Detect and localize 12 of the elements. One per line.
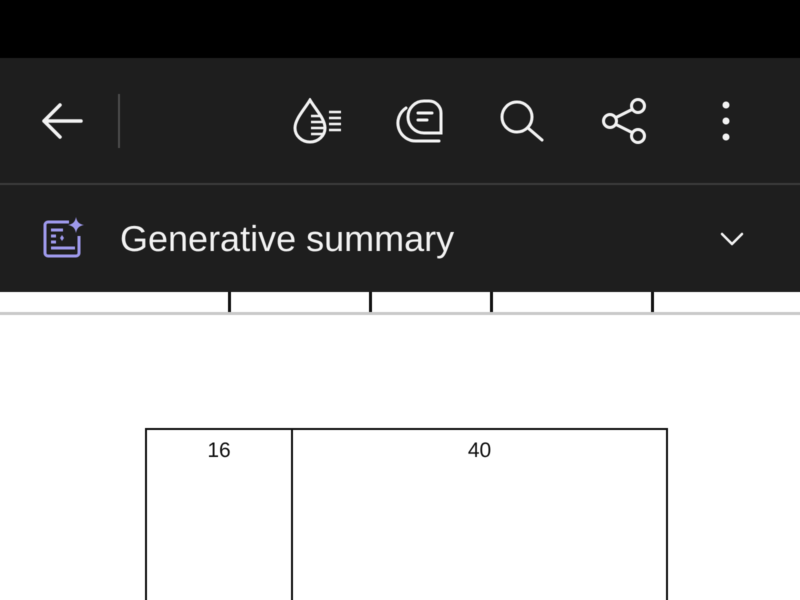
more-icon: [722, 100, 730, 140]
summary-bar[interactable]: Generative summary: [0, 185, 800, 292]
drop-lines-icon: [293, 98, 343, 144]
search-icon: [500, 100, 544, 142]
chevron-icon[interactable]: [720, 232, 744, 246]
back-arrow-icon: [41, 102, 83, 140]
share-icon: [601, 98, 647, 144]
table-cell: 16: [145, 428, 293, 600]
sparkle-document-icon: [43, 216, 85, 258]
summary-title: Generative summary: [120, 218, 454, 260]
comment-bubbles-icon: [396, 98, 444, 144]
table-cell: 40: [293, 428, 668, 600]
